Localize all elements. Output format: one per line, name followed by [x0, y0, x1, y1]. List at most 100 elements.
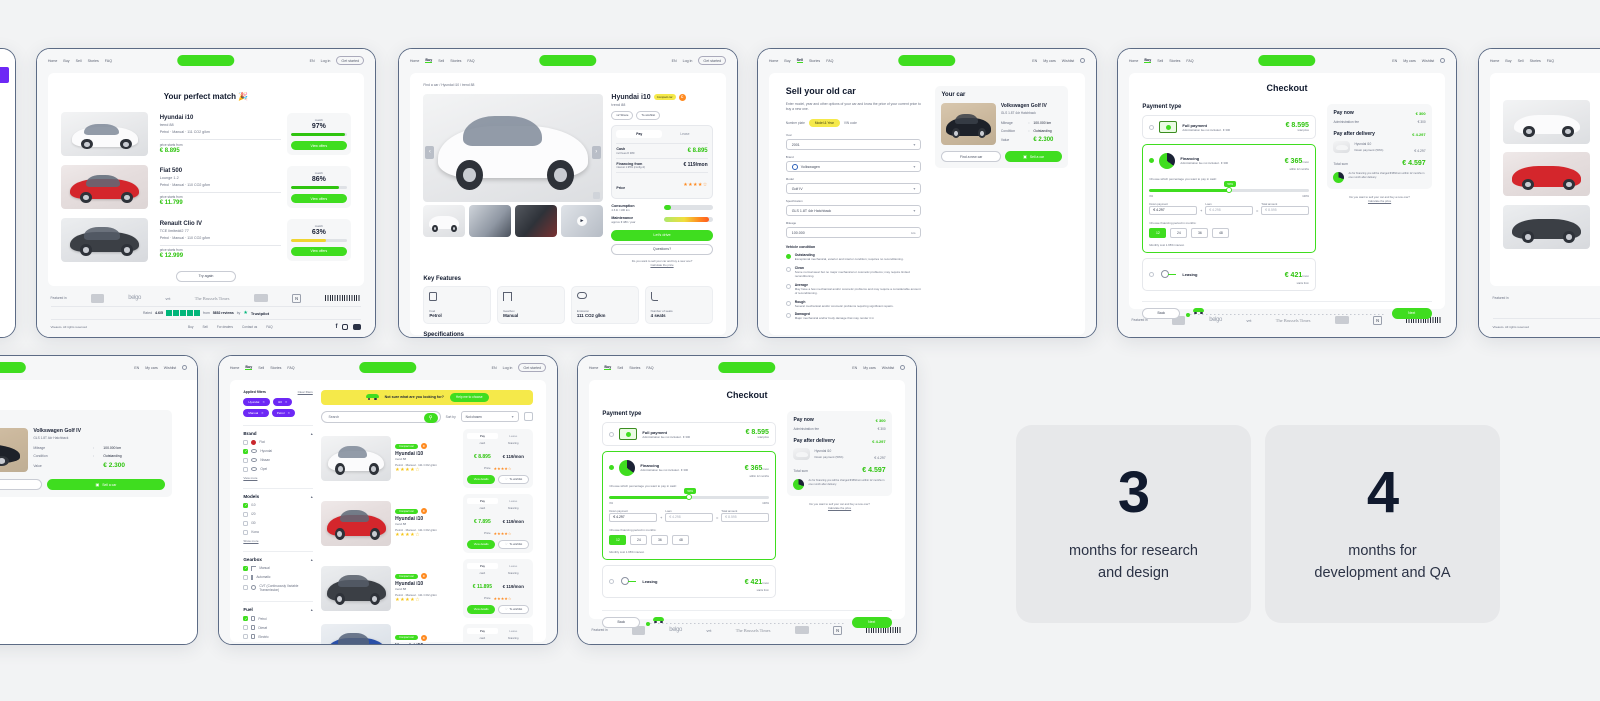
thumbnail-2[interactable] [469, 204, 511, 237]
condition-option[interactable]: Damaged Major mechanical and/or body dam… [785, 312, 922, 321]
brand-logo[interactable] [0, 362, 27, 374]
play-icon[interactable]: ► [576, 215, 587, 226]
stepper-dot-active[interactable] [646, 621, 651, 626]
filter-item[interactable]: Fiat [243, 439, 312, 445]
filter-item[interactable]: Kona [243, 529, 312, 535]
option-financing[interactable]: Financing Administration fee not include… [1142, 144, 1316, 253]
total-amount-input[interactable]: € 8.595 [1261, 205, 1309, 215]
nav-item-faq[interactable]: FAQ [1186, 59, 1193, 63]
calculate-price-link[interactable]: Calculate the price [787, 506, 891, 510]
language-selector[interactable]: EN [492, 366, 497, 370]
checkbox-icon[interactable] [243, 511, 249, 517]
nav-item-faq[interactable]: FAQ [646, 366, 653, 370]
footer-link-sell[interactable]: Sell [203, 325, 208, 329]
filter-item[interactable]: Opel [243, 466, 312, 472]
compare-button[interactable]: x2 Share [611, 110, 634, 120]
nav-item-faq[interactable]: FAQ [467, 59, 474, 63]
checkbox-checked-icon[interactable]: ✓ [243, 502, 249, 508]
period-24-button[interactable]: 24 [630, 534, 648, 545]
screen-partial-right[interactable]: Home Buy Sell Stories FAQ Featured in Vi… [1478, 48, 1600, 338]
breadcrumb[interactable]: Find a car / Hyundai i10 / trend 88 [423, 83, 712, 87]
try-again-button[interactable]: Try again [176, 270, 236, 282]
screen-checkout-top[interactable]: Home Buy Sell Stories FAQ EN My cars Wis… [1117, 48, 1457, 338]
chevron-up-icon[interactable]: ▴ [311, 494, 313, 499]
tab-pay[interactable]: Pay [466, 497, 498, 504]
radio-selected-icon[interactable] [1149, 158, 1155, 164]
condition-option[interactable]: Outstanding Exceptional mechanical, exte… [785, 253, 922, 262]
questions-button[interactable]: Questions? [611, 243, 713, 255]
view-details-button[interactable]: View details [466, 539, 496, 549]
view-offers-button[interactable]: View offers [291, 246, 347, 256]
my-cars-link[interactable]: My cars [1403, 59, 1416, 63]
instagram-icon[interactable] [342, 323, 349, 330]
screen-your-car[interactable]: EN My cars Wishlist Your car [0, 355, 198, 645]
my-cars-link[interactable]: My cars [1043, 59, 1056, 63]
wishlist-link[interactable]: Wishlist [164, 366, 176, 370]
tab-model-year[interactable]: Model & Year [808, 119, 840, 128]
my-cars-link[interactable]: My cars [145, 366, 158, 370]
checkbox-icon[interactable] [243, 584, 249, 590]
filter-chip-petrol[interactable]: Petrol ✕ [271, 408, 296, 417]
checkbox-icon[interactable] [243, 625, 249, 631]
nav-item-buy[interactable]: Buy [604, 365, 612, 371]
nav-item-buy[interactable]: Buy [1505, 59, 1511, 63]
nav-item-buy[interactable]: Buy [784, 59, 790, 63]
screen-search-results[interactable]: Home Buy Sell Stories FAQ EN Log in Get … [218, 355, 558, 645]
brand-logo[interactable] [359, 362, 417, 374]
sell-car-button[interactable]: ▣ Sell a car [1004, 151, 1063, 163]
checkbox-checked-icon[interactable]: ✓ [243, 616, 249, 622]
radio-icon[interactable] [1149, 271, 1155, 277]
loan-input[interactable]: € 4.298 [665, 512, 713, 522]
nav-item-faq[interactable]: FAQ [1547, 59, 1554, 63]
nav-item-buy[interactable]: Buy [425, 58, 433, 64]
result-row[interactable]: Compact car C Hyundai i10 trend 88 Petro… [321, 623, 533, 644]
next-button[interactable]: Next [851, 616, 892, 628]
my-cars-link[interactable]: My cars [863, 366, 876, 370]
stepper-dot-active[interactable] [1186, 312, 1191, 317]
option-leasing[interactable]: Leasing € 421/mon starts from [1142, 257, 1316, 291]
brand-logo[interactable] [1258, 55, 1316, 67]
filter-item[interactable]: ✓ Hyundai [243, 448, 312, 454]
tab-lease[interactable]: Lease [498, 628, 529, 634]
nav-item-faq[interactable]: FAQ [826, 59, 833, 63]
nav-item-home[interactable]: Home [1129, 59, 1139, 63]
nav-item-stories[interactable]: Stories [1169, 59, 1180, 63]
nav-item-sell[interactable]: Sell [76, 59, 82, 63]
thumbnail-4-video[interactable]: ► [561, 204, 603, 237]
wishlist-link[interactable]: Wishlist [1062, 59, 1074, 63]
view-offers-button[interactable]: View offers [291, 194, 347, 204]
avatar[interactable] [1080, 58, 1086, 64]
back-button[interactable]: Back [1142, 307, 1181, 319]
result-row[interactable]: Compact car C Hyundai i10 trend 88 Petro… [321, 493, 533, 553]
next-button[interactable]: Next [1391, 307, 1432, 319]
fullscreen-icon[interactable] [592, 191, 600, 199]
chevron-up-icon[interactable]: ▴ [311, 431, 313, 436]
footer-link-contact[interactable]: Contact us [242, 325, 257, 329]
login-link[interactable]: Log in [321, 59, 331, 63]
checkbox-checked-icon[interactable]: ✓ [243, 565, 249, 571]
login-link[interactable]: Log in [503, 366, 513, 370]
language-selector[interactable]: EN [672, 59, 677, 63]
nav-item-sell[interactable]: Sell [258, 366, 264, 370]
result-row[interactable]: Compact car C Hyundai i10 trend 88 Petro… [321, 428, 533, 488]
radio-icon[interactable] [609, 578, 615, 584]
radio-icon[interactable] [785, 313, 791, 319]
nav-item-stories[interactable]: Stories [629, 366, 640, 370]
calculate-price-link[interactable]: Calculate the price [611, 263, 712, 267]
mileage-input[interactable]: 100.000 km [785, 227, 922, 239]
specification-select[interactable]: GLS 1.8T 4dr Hatchback ▾ [785, 205, 922, 217]
option-full-payment[interactable]: Full payment Administration fee not incl… [1142, 115, 1316, 140]
nav-item-sell[interactable]: Sell [617, 366, 623, 370]
gallery-next-icon[interactable]: › [591, 145, 601, 159]
to-wishlist-button[interactable]: ♡ To wishlist [498, 539, 529, 549]
filter-chip-i10[interactable]: i10 ✕ [272, 397, 293, 406]
period-24-button[interactable]: 24 [1170, 227, 1188, 238]
tab-lease[interactable]: Lease [662, 130, 708, 138]
clear-filters-button[interactable]: Clear filters [298, 390, 313, 394]
nav-item-home[interactable]: Home [230, 366, 240, 370]
thumbnail-3[interactable] [515, 204, 557, 237]
to-wishlist-button[interactable]: ♡ To wishlist [498, 604, 529, 614]
nav-item-home[interactable]: Home [769, 59, 779, 63]
avatar[interactable] [900, 365, 906, 371]
tab-vin-code[interactable]: VIN code [844, 121, 857, 125]
